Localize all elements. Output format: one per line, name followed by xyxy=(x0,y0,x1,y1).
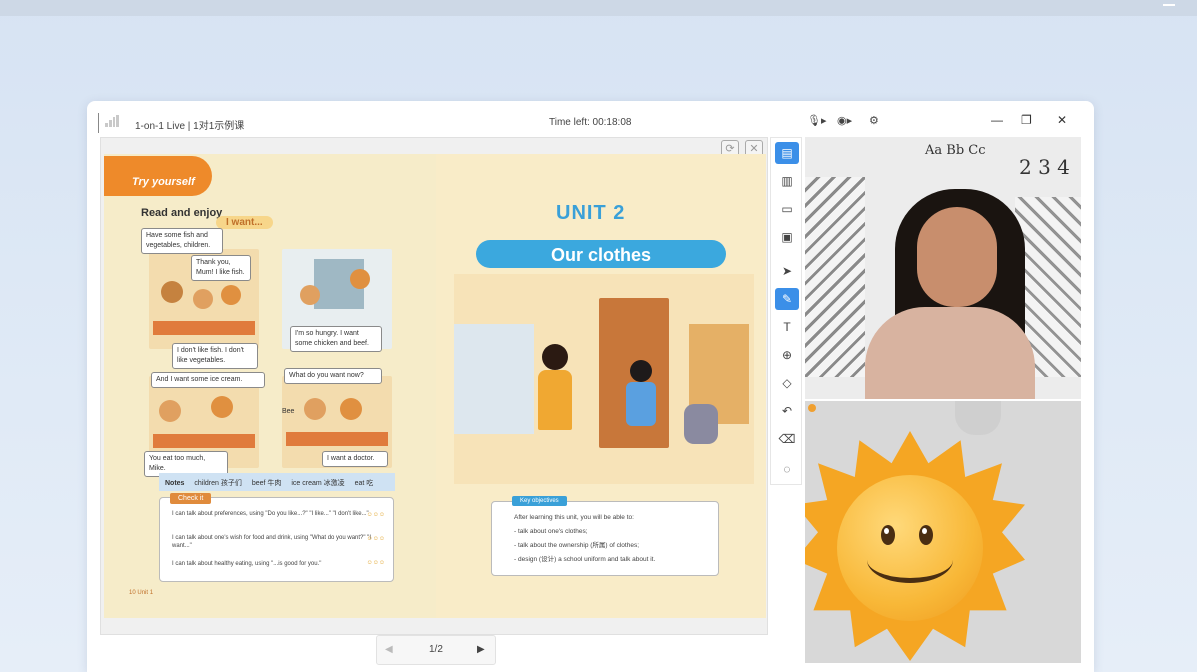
mic-icon[interactable]: 🎙▸ xyxy=(807,114,827,128)
objective-item: - talk about the ownership (所属) of cloth… xyxy=(514,542,640,549)
character-child xyxy=(304,398,326,420)
character-mum-body xyxy=(538,370,572,430)
speech-bubble: Have some fish and vegetables, children. xyxy=(141,228,223,254)
next-page-button[interactable]: ▶ xyxy=(477,644,485,655)
eraser-icon[interactable]: ◇ xyxy=(775,372,799,394)
unit-title-banner: Our clothes xyxy=(476,240,726,268)
check-it-title: Check it xyxy=(170,493,212,504)
page-indicator: 1/2 xyxy=(429,644,443,655)
objective-item: - talk about one's clothes; xyxy=(514,528,588,535)
camera-icon[interactable]: ◉▸ xyxy=(837,114,852,128)
character-child xyxy=(300,285,320,305)
character-mum xyxy=(542,344,568,370)
character-child xyxy=(211,396,233,418)
screen-icon[interactable]: ▭ xyxy=(775,198,799,220)
undo-icon[interactable]: ↶ xyxy=(775,400,799,422)
section-title: Read and enjoy xyxy=(141,207,223,219)
objective-item: After learning this unit, you will be ab… xyxy=(514,514,634,521)
classroom-window: 1-on-1 Live | 1对1示例课 Time left: 00:18:08… xyxy=(87,101,1094,672)
minimize-line[interactable] xyxy=(1163,4,1175,6)
illustration-wardrobe-room xyxy=(454,274,754,484)
check-item: I can talk about preferences, using "Do … xyxy=(172,511,369,517)
speech-bubble: I don't like fish. I don't like vegetabl… xyxy=(172,343,258,369)
character-dog xyxy=(684,404,718,444)
minimize-button[interactable]: — xyxy=(991,113,1003,127)
character-child xyxy=(193,289,213,309)
textbook-page-left: Try yourself Read and enjoy I want... Ha… xyxy=(104,154,436,618)
doc-icon[interactable]: ▥ xyxy=(775,170,799,192)
theme-label: I want... xyxy=(216,216,273,229)
speaker-label: Bee xyxy=(282,408,295,415)
student-video xyxy=(805,401,1081,663)
close-button[interactable]: ✕ xyxy=(1057,113,1067,127)
teacher-body xyxy=(865,307,1035,399)
chat-icon[interactable]: ◌ xyxy=(775,458,799,480)
time-left: Time left: 00:18:08 xyxy=(549,117,632,128)
textbook-page-right: UNIT 2 Our clothes Key objectives After … xyxy=(436,154,766,618)
courseware-icon[interactable]: ▤ xyxy=(775,142,799,164)
character-mike xyxy=(350,269,370,289)
character-child xyxy=(340,398,362,420)
check-it-box: Check it I can talk about preferences, u… xyxy=(159,493,394,582)
speech-bubble: What do you want now? xyxy=(284,368,382,384)
note-item: ice cream 冰激凌 xyxy=(291,480,345,487)
character-child xyxy=(221,285,241,305)
gear-icon[interactable]: ⚙ xyxy=(869,114,879,128)
restore-button[interactable]: ❐ xyxy=(1021,113,1032,127)
status-dot xyxy=(808,404,816,412)
wall-letters: Aa Bb Cc xyxy=(925,143,986,158)
speech-bubble: I'm so hungry. I want some chicken and b… xyxy=(290,326,382,352)
signal-icon xyxy=(105,115,119,127)
wardrobe xyxy=(454,324,534,434)
face-rating-icons: ☺☺☺ xyxy=(366,536,385,542)
unit-title: Our clothes xyxy=(550,245,652,265)
face-rating-icons: ☺☺☺ xyxy=(366,560,385,566)
character-boy-body xyxy=(626,382,656,426)
desktop-top-strip xyxy=(0,0,1197,16)
page-number: 10 Unit 1 xyxy=(129,590,154,596)
wall-numbers: 2 3 4 xyxy=(1019,155,1070,179)
key-objectives-box: Key objectives After learning this unit,… xyxy=(491,496,719,576)
laser-icon[interactable]: ✎ xyxy=(775,288,799,310)
character-mum xyxy=(161,281,183,303)
notes-label: Notes xyxy=(165,480,185,487)
character-child xyxy=(159,400,181,422)
key-objectives-title: Key objectives xyxy=(512,496,567,506)
notes-bar: Notes children 孩子们 beef 牛肉 ice cream 冰激凌… xyxy=(159,473,395,491)
sun-smile xyxy=(867,537,953,583)
table xyxy=(153,321,255,335)
teacher-video: Aa Bb Cc 2 3 4 xyxy=(805,137,1081,399)
speech-bubble: Thank you, Mum! I like fish. xyxy=(191,255,251,281)
note-item: children 孩子们 xyxy=(194,480,242,487)
sun-emoji-face xyxy=(837,475,983,621)
note-item: beef 牛肉 xyxy=(251,480,282,487)
character-boy xyxy=(630,360,652,382)
titlebar: 1-on-1 Live | 1对1示例课 Time left: 00:18:08… xyxy=(87,101,1094,141)
check-item: I can talk about healthy eating, using "… xyxy=(172,561,322,567)
face-rating-icons: ☺☺☺ xyxy=(366,512,385,518)
teacher-face xyxy=(917,207,997,307)
try-yourself-text: Try yourself xyxy=(132,176,195,188)
note-item: eat 吃 xyxy=(354,480,374,487)
objective-item: - design (设计) a school uniform and talk … xyxy=(514,556,656,563)
pointer-icon[interactable]: ➤ xyxy=(775,260,799,282)
speech-bubble: And I want some ice cream. xyxy=(151,372,265,388)
whiteboard[interactable]: ⟳ ✕ Try yourself Read and enjoy I want..… xyxy=(100,137,768,635)
app-title: 1-on-1 Live | 1对1示例课 xyxy=(135,121,245,132)
clear-icon[interactable]: ⌫ xyxy=(775,428,799,450)
zoom-icon[interactable]: ⊕ xyxy=(775,344,799,366)
unit-heading: UNIT 2 xyxy=(556,202,626,224)
title-divider xyxy=(98,113,99,133)
speech-bubble: I want a doctor. xyxy=(322,451,388,467)
table xyxy=(286,432,388,446)
wall-decoration xyxy=(805,177,865,377)
ceiling-lamp xyxy=(955,401,1001,435)
folder-icon[interactable]: ▣ xyxy=(775,226,799,248)
text-icon[interactable]: T xyxy=(775,316,799,338)
prev-page-button[interactable]: ◀ xyxy=(385,644,393,655)
table xyxy=(153,434,255,448)
check-item: I can talk about one's wish for food and… xyxy=(172,535,371,549)
drawing-toolbar: ▤ ▥ ▭ ▣ ➤ ✎ T ⊕ ◇ ↶ ⌫ ◌ xyxy=(770,137,802,485)
page-navigator: ◀ 1/2 ▶ xyxy=(376,635,496,665)
